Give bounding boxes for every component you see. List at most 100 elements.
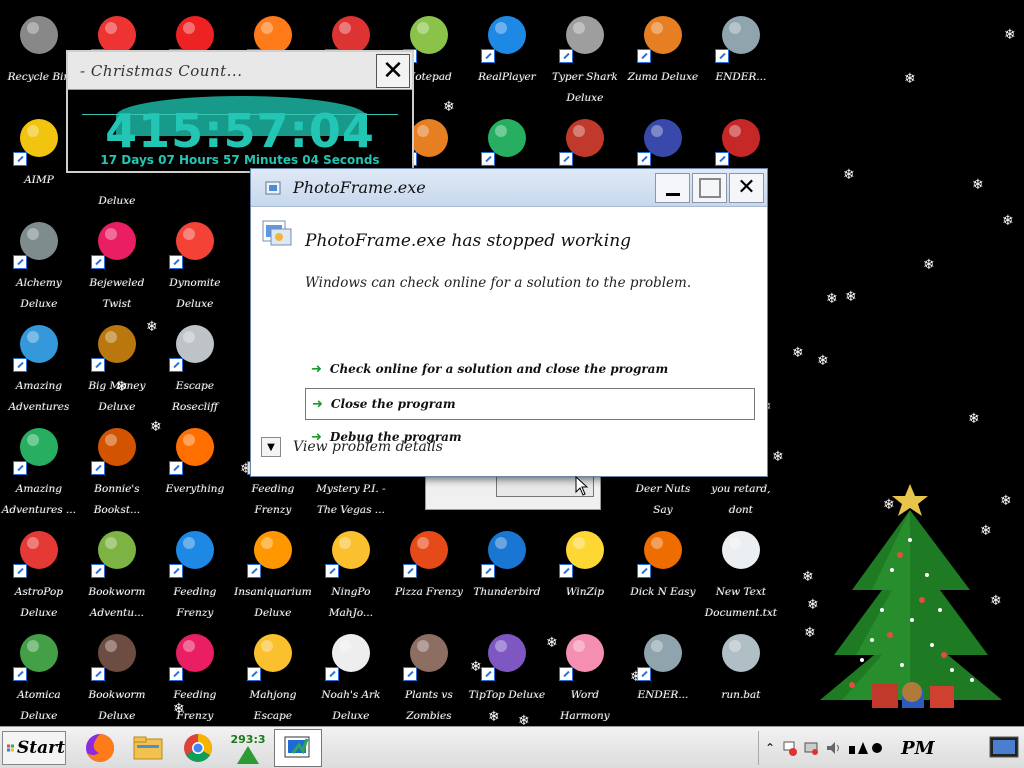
shortcut-arrow-icon — [247, 667, 261, 681]
desktop-icon[interactable]: TipTop Deluxe — [468, 623, 546, 727]
chevron-up-icon[interactable]: ⌃ — [765, 741, 775, 755]
view-details-toggle[interactable]: ▼ View problem details — [261, 437, 443, 457]
zip-icon — [559, 526, 609, 578]
pizza-icon — [403, 526, 453, 578]
desktop-icon-label: Word Harmony Deluxe — [560, 689, 610, 722]
countdown-titlebar[interactable]: - Christmas Count... ✕ — [68, 52, 412, 90]
desktop-icon-label: Deer Nuts Say — [635, 483, 691, 516]
desktop-icon-label: AstroPop Deluxe — [14, 586, 64, 619]
taskbar-photoframe[interactable] — [274, 729, 322, 767]
program-icon — [262, 220, 292, 246]
win-icon — [715, 11, 765, 63]
snowflake-icon: ❄ — [1004, 27, 1016, 43]
start-label: Start — [17, 738, 65, 758]
desktop-icon[interactable]: Plants vs Zombies — [390, 623, 468, 727]
dialog-titlebar[interactable]: PhotoFrame.exe ✕ — [251, 169, 767, 207]
desktop-icon[interactable]: run.bat — [702, 623, 780, 727]
start-button[interactable]: Start — [2, 731, 66, 765]
desktop-icon-label: Thunderbird — [473, 586, 541, 598]
close-program-option[interactable]: ➜ Close the program — [305, 388, 755, 420]
desktop-icon-label: Feeding Frenzy Deluxe — [173, 689, 217, 722]
minimize-button[interactable] — [655, 172, 690, 203]
shortcut-arrow-icon — [481, 667, 495, 681]
shortcut-arrow-icon — [91, 461, 105, 475]
desktop-icon-label: Pizza Frenzy — [395, 586, 463, 598]
desktop-icon[interactable]: Big Money Deluxe — [78, 314, 156, 418]
shortcut-arrow-icon — [715, 152, 729, 166]
desktop-icon[interactable]: Typer Shark Deluxe — [546, 5, 624, 109]
network-icon[interactable] — [803, 740, 819, 756]
desktop-icon-label: TipTop Deluxe — [468, 689, 546, 701]
ring-icon — [169, 423, 219, 475]
rp-icon — [481, 11, 531, 63]
snowflake-icon: ❄ — [826, 291, 838, 307]
desktop-icon[interactable]: NingPo MahJo... — [312, 520, 390, 624]
dove-icon — [325, 629, 375, 681]
desktop-icon[interactable]: Alchemy Deluxe — [0, 211, 78, 315]
option-label: Close the program — [330, 397, 456, 411]
taskbar-counter-app[interactable]: 293:3 — [224, 729, 272, 767]
snowflake-icon: ❄ — [972, 177, 984, 193]
taskbar-firefox[interactable] — [76, 729, 124, 767]
desktop-icon-label: ENDER... — [637, 689, 689, 701]
countdown-close-button[interactable]: ✕ — [376, 53, 410, 88]
shortcut-arrow-icon — [13, 564, 27, 578]
folder-icon — [133, 736, 163, 760]
counter-value: 293:3 — [230, 732, 266, 746]
countdown-time: 415:57:04 — [105, 104, 375, 158]
shortcut-arrow-icon — [559, 667, 573, 681]
shortcut-arrow-icon — [169, 461, 183, 475]
desktop-icon-label: RealPlayer — [478, 71, 536, 83]
check-online-option[interactable]: ➜ Check online for a solution and close … — [305, 353, 755, 385]
desktop-icon[interactable]: Bejeweled Twist — [78, 211, 156, 315]
flag-icon[interactable] — [781, 740, 798, 756]
desktop-icon[interactable]: Amazing Adventures ... — [0, 417, 78, 521]
desktop-icon[interactable]: Dynomite Deluxe — [156, 211, 234, 315]
chevron-down-icon[interactable]: ▼ — [261, 437, 281, 457]
taskbar-chrome[interactable] — [174, 729, 222, 767]
shortcut-arrow-icon — [169, 255, 183, 269]
desktop-icon[interactable]: Bookworm Adventu... — [78, 520, 156, 624]
desktop-icon[interactable]: Escape Rosecliff Island — [156, 314, 234, 418]
desktop-icon[interactable]: Everything — [156, 417, 234, 521]
desktop-icon[interactable]: RealPlayer — [468, 5, 546, 109]
desktop-icon[interactable]: Pizza Frenzy — [390, 520, 468, 624]
moon-icon — [169, 320, 219, 372]
desktop-icon[interactable]: Insaniquarium Deluxe — [234, 520, 312, 624]
snowflake-icon: ❄ — [173, 701, 185, 717]
ff2-icon — [169, 526, 219, 578]
desktop-icon[interactable]: Atomica Deluxe — [0, 623, 78, 727]
desktop-icon[interactable]: Zuma Deluxe — [624, 5, 702, 109]
desktop-icon-label: New Text Document.txt — [704, 586, 778, 619]
desktop-icon[interactable]: Thunderbird — [468, 520, 546, 624]
shortcut-arrow-icon — [13, 358, 27, 372]
desktop-icon[interactable]: New Text Document.txt — [702, 520, 780, 624]
shortcut-arrow-icon — [559, 152, 573, 166]
desktop-icon[interactable]: Feeding Frenzy 2 Deluxe — [156, 520, 234, 624]
snowflake-icon: ❄ — [904, 71, 916, 87]
desktop-icon[interactable]: Bookworm Deluxe — [78, 623, 156, 727]
close-button[interactable]: ✕ — [729, 172, 764, 203]
gem2-icon — [13, 320, 63, 372]
desktop-icon[interactable]: Bonnie's Bookst... — [78, 417, 156, 521]
speaker-icon[interactable] — [825, 740, 841, 756]
show-desktop-icon[interactable] — [986, 733, 1022, 763]
clock[interactable]: PM — [901, 738, 934, 759]
shortcut-arrow-icon — [13, 461, 27, 475]
wiz-icon — [13, 217, 63, 269]
view-details-label: View problem details — [293, 439, 443, 455]
snowflake-icon: ❄ — [546, 635, 558, 651]
desktop-icon[interactable]: Amazing Adventures — [0, 314, 78, 418]
desktop-icon[interactable]: Noah's Ark Deluxe — [312, 623, 390, 727]
taskbar-file-explorer[interactable] — [124, 729, 172, 767]
desktop-icon[interactable]: Mahjong Escape Ancient China — [234, 623, 312, 727]
desktop-icon[interactable]: Dick N Easy — [624, 520, 702, 624]
snowflake-icon: ❄ — [443, 99, 455, 115]
maximize-button[interactable] — [692, 172, 727, 203]
tree-icon — [236, 745, 259, 764]
desktop-icon[interactable]: AstroPop Deluxe — [0, 520, 78, 624]
christmas-tray-icon[interactable] — [847, 740, 887, 756]
desktop-icon[interactable]: ENDER... — [702, 5, 780, 109]
desktop-icon[interactable]: Feeding Frenzy Deluxe — [156, 623, 234, 727]
desktop-icon[interactable]: WinZip — [546, 520, 624, 624]
